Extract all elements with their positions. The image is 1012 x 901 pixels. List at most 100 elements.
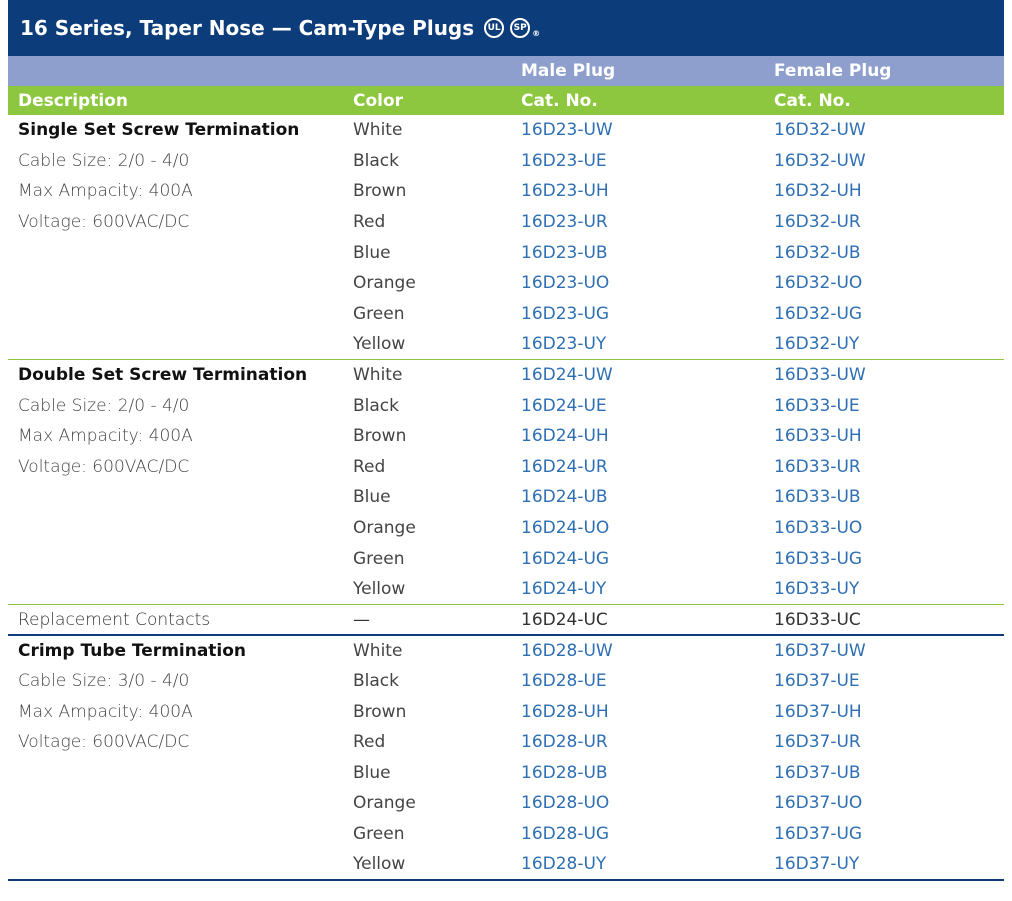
male-cat-no: 16D24-UY xyxy=(511,573,764,605)
male-cat-no: 16D28-UO xyxy=(521,793,610,814)
spec-line: Voltage: 600VAC/DC xyxy=(18,212,190,233)
color-cell: Blue xyxy=(353,487,391,508)
color-cell: Green xyxy=(353,303,405,324)
female-cat-no: 16D33-UW xyxy=(774,365,866,386)
male-cat-no: 16D23-UH xyxy=(521,181,609,202)
color-cell: Orange xyxy=(353,793,416,814)
color-cell: Red xyxy=(353,456,386,477)
table-row: Max Ampacity: 400A Brown 16D28-UH 16D37-UH xyxy=(8,696,1004,727)
certification-marks: UL SP ® xyxy=(484,18,540,38)
female-cat-no: 16D33-UR xyxy=(774,456,861,477)
table-title: 16 Series, Taper Nose — Cam-Type Plugs xyxy=(20,16,475,40)
table-row: Blue 16D24-UB 16D33-UB xyxy=(8,482,1004,513)
male-cat-no: 16D28-UG xyxy=(521,823,610,844)
header-female-cat-no: Cat. No. xyxy=(764,86,1004,115)
table-row: Green 16D24-UG 16D33-UG xyxy=(8,543,1004,574)
spec-line xyxy=(8,268,343,299)
color-cell: Black xyxy=(353,150,399,171)
color-cell: White xyxy=(353,640,403,661)
male-cat-no: 16D23-UG xyxy=(521,303,610,324)
female-cat-no: 16D37-UR xyxy=(774,732,861,753)
color-cell: Orange xyxy=(353,518,416,539)
header-color: Color xyxy=(343,86,511,115)
spec-line xyxy=(8,819,343,850)
table-row: Blue 16D23-UB 16D32-UB xyxy=(8,237,1004,268)
spec-line xyxy=(8,482,343,513)
female-cat-no: 16D37-UW xyxy=(774,640,866,661)
male-cat-no: 16D24-UO xyxy=(521,518,610,539)
female-cat-no: 16D32-UW xyxy=(774,120,866,141)
male-cat-no: 16D24-UB xyxy=(521,487,608,508)
male-cat-no: 16D28-UB xyxy=(521,762,608,783)
spec-line xyxy=(8,329,343,361)
color-cell: Yellow xyxy=(343,849,511,881)
table-row: Max Ampacity: 400A Brown 16D24-UH 16D33-UH xyxy=(8,421,1004,452)
table-row: Cable Size: 2/0 - 4/0 Black 16D24-UE 16D33-… xyxy=(8,390,1004,421)
spec-line: Max Ampacity: 400A xyxy=(18,426,193,447)
termination-type-title: Single Set Screw Termination xyxy=(18,120,300,141)
color-cell: Black xyxy=(353,395,399,416)
male-cat-no: 16D24-UW xyxy=(521,365,613,386)
table-row: Voltage: 600VAC/DC Red 16D23-UR 16D32-UR xyxy=(8,207,1004,238)
female-cat-no: 16D32-UO xyxy=(774,273,863,294)
color-cell: — xyxy=(343,604,511,637)
female-cat-no: 16D37-UE xyxy=(774,670,860,691)
female-cat-no: 16D32-UY xyxy=(764,329,1004,361)
spec-line: Cable Size: 3/0 - 4/0 xyxy=(18,670,190,691)
table-row: Orange 16D23-UO 16D32-UO xyxy=(8,268,1004,299)
spec-line: Voltage: 600VAC/DC xyxy=(18,456,190,477)
male-cat-no: 16D23-UY xyxy=(511,329,764,361)
table-row: Voltage: 600VAC/DC Red 16D24-UR 16D33-UR xyxy=(8,452,1004,483)
color-cell: Orange xyxy=(353,273,416,294)
female-cat-no: 16D33-UG xyxy=(774,548,863,569)
female-cat-no: 16D32-UB xyxy=(774,242,861,263)
spec-line: Max Ampacity: 400A xyxy=(18,701,193,722)
header-male-cat-no: Cat. No. xyxy=(511,86,764,115)
replacement-contacts-label: Replacement Contacts xyxy=(8,604,343,637)
spec-line xyxy=(8,788,343,819)
color-cell: Yellow xyxy=(343,573,511,605)
header-top-cell xyxy=(8,56,343,86)
spec-line xyxy=(8,237,343,268)
female-cat-no: 16D32-UG xyxy=(774,303,863,324)
male-cat-no: 16D28-UE xyxy=(521,670,607,691)
male-cat-no: 16D24-UE xyxy=(521,395,607,416)
male-cat-no: 16D23-UB xyxy=(521,242,608,263)
male-cat-no: 16D28-UY xyxy=(511,849,764,881)
female-cat-no: 16D33-UY xyxy=(764,573,1004,605)
color-cell: Green xyxy=(353,823,405,844)
spec-line xyxy=(8,543,343,574)
table-row: Yellow 16D23-UY 16D32-UY xyxy=(8,329,1004,361)
female-cat-no: 16D37-UO xyxy=(774,793,863,814)
color-cell: Red xyxy=(353,732,386,753)
table-row: Green 16D28-UG 16D37-UG xyxy=(8,819,1004,850)
spec-line: Max Ampacity: 400A xyxy=(18,181,193,202)
color-cell: Black xyxy=(353,670,399,691)
table-row: Green 16D23-UG 16D32-UG xyxy=(8,299,1004,330)
spec-line xyxy=(8,849,343,881)
female-cat-no: 16D33-UC xyxy=(764,604,1004,637)
table-row: Crimp Tube Termination White 16D28-UW 16D37… xyxy=(8,635,1004,666)
color-cell: Red xyxy=(353,212,386,233)
female-cat-no: 16D37-UB xyxy=(774,762,861,783)
male-cat-no: 16D23-UR xyxy=(521,212,608,233)
female-cat-no: 16D33-UO xyxy=(774,518,863,539)
male-cat-no: 16D23-UW xyxy=(521,120,613,141)
male-cat-no: 16D28-UR xyxy=(521,732,608,753)
male-cat-no: 16D24-UG xyxy=(521,548,610,569)
product-table: Male Plug Female Plug Description Color … xyxy=(8,56,1004,881)
color-cell: Brown xyxy=(353,701,407,722)
color-cell: Brown xyxy=(353,426,407,447)
female-cat-no: 16D32-UW xyxy=(774,150,866,171)
termination-type-title: Crimp Tube Termination xyxy=(18,640,247,661)
female-cat-no: 16D37-UY xyxy=(764,849,1004,881)
female-cat-no: 16D32-UR xyxy=(774,212,861,233)
male-cat-no: 16D28-UH xyxy=(521,701,609,722)
ul-listed-icon: UL xyxy=(484,18,505,38)
table-row: Double Set Screw Termination White 16D24-U… xyxy=(8,360,1004,391)
csa-certified-icon: SP xyxy=(510,18,531,38)
color-cell: Brown xyxy=(353,181,407,202)
color-cell: White xyxy=(353,365,403,386)
table-row: Yellow 16D28-UY 16D37-UY xyxy=(8,849,1004,881)
header-male-plug: Male Plug xyxy=(511,56,764,86)
